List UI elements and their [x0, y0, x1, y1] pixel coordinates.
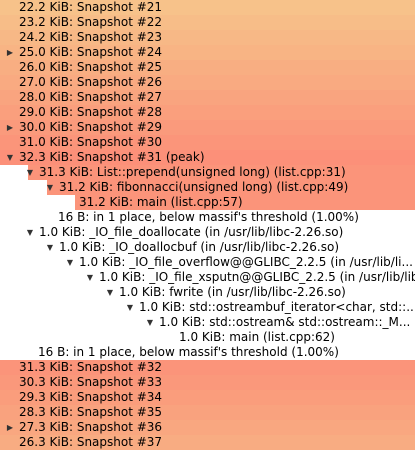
snapshot-row[interactable]: 28.3 KiB: Snapshot #35	[0, 405, 415, 420]
node-label: 1.0 KiB: _IO_file_overflow@@GLIBC_2.2.5 …	[79, 255, 413, 269]
tree-node-row[interactable]: 16 B: in 1 place, below massif's thresho…	[0, 210, 415, 225]
tree-node-row[interactable]: ▼ 31.2 KiB: fibonnacci(unsigned long) (li…	[0, 180, 415, 195]
tree-node-row[interactable]: ▼ 1.0 KiB: _IO_doallocbuf (in /usr/lib/li…	[0, 240, 415, 255]
expand-arrow-icon[interactable]: ▼	[45, 240, 55, 255]
tree-node-row[interactable]: ▼ 1.0 KiB: _IO_file_doallocate (in /usr/l…	[0, 225, 415, 240]
snapshot-tree[interactable]: 22.2 KiB: Snapshot #21 23.2 KiB: Snapshot…	[0, 0, 415, 450]
node-label: 25.0 KiB: Snapshot #24	[19, 45, 163, 59]
node-label: 1.0 KiB: fwrite (in /usr/lib/libc-2.26.s…	[119, 285, 346, 299]
snapshot-row[interactable]: 29.3 KiB: Snapshot #34	[0, 390, 415, 405]
node-label: 1.0 KiB: _IO_doallocbuf (in /usr/lib/lib…	[59, 240, 340, 254]
snapshot-row[interactable]: ▼ 32.3 KiB: Snapshot #31 (peak)	[0, 150, 415, 165]
tree-node-row[interactable]: ▼ 1.0 KiB: _IO_file_overflow@@GLIBC_2.2.5…	[0, 255, 415, 270]
node-label: 31.3 KiB: Snapshot #32	[19, 360, 163, 374]
node-label: 29.0 KiB: Snapshot #28	[19, 105, 163, 119]
snapshot-row[interactable]: 31.0 KiB: Snapshot #30	[0, 135, 415, 150]
collapsed-arrow-icon[interactable]: ▶	[5, 45, 15, 60]
node-label: 1.0 KiB: _IO_file_xsputn@@GLIBC_2.2.5 (i…	[99, 270, 415, 284]
tree-node-row[interactable]: ▼ 1.0 KiB: std::ostreambuf_iterator<char,…	[0, 300, 415, 315]
tree-node-row[interactable]: ▼ 1.0 KiB: fwrite (in /usr/lib/libc-2.26.…	[0, 285, 415, 300]
snapshot-row[interactable]: 30.3 KiB: Snapshot #33	[0, 375, 415, 390]
node-label: 27.0 KiB: Snapshot #26	[19, 75, 163, 89]
expand-arrow-icon[interactable]: ▼	[125, 300, 135, 315]
snapshot-row[interactable]: 27.0 KiB: Snapshot #26	[0, 75, 415, 90]
snapshot-row[interactable]: ▶ 27.3 KiB: Snapshot #36	[0, 420, 415, 435]
tree-node-row[interactable]: 16 B: in 1 place, below massif's thresho…	[0, 345, 415, 360]
snapshot-row[interactable]: 26.0 KiB: Snapshot #25	[0, 60, 415, 75]
tree-node-row[interactable]: 1.0 KiB: main (list.cpp:62)	[0, 330, 415, 345]
snapshot-row[interactable]: 26.3 KiB: Snapshot #37	[0, 435, 415, 450]
node-label: 26.3 KiB: Snapshot #37	[19, 435, 163, 449]
snapshot-row[interactable]: 23.2 KiB: Snapshot #22	[0, 15, 415, 30]
node-label: 22.2 KiB: Snapshot #21	[19, 0, 163, 14]
tree-node-row[interactable]: ▼ 1.0 KiB: _IO_file_xsputn@@GLIBC_2.2.5 (…	[0, 270, 415, 285]
expand-arrow-icon[interactable]: ▼	[105, 285, 115, 300]
tree-node-row[interactable]: ▼ 31.3 KiB: List::prepend(unsigned long) …	[0, 165, 415, 180]
node-label: 28.0 KiB: Snapshot #27	[19, 90, 163, 104]
node-label: 31.0 KiB: Snapshot #30	[19, 135, 163, 149]
expand-arrow-icon[interactable]: ▼	[5, 150, 15, 165]
expand-arrow-icon[interactable]: ▼	[65, 255, 75, 270]
node-label: 28.3 KiB: Snapshot #35	[19, 405, 163, 419]
expand-arrow-icon[interactable]: ▼	[145, 315, 155, 330]
expand-arrow-icon[interactable]: ▼	[85, 270, 95, 285]
expand-arrow-icon[interactable]: ▼	[25, 165, 35, 180]
node-label: 27.3 KiB: Snapshot #36	[19, 420, 163, 434]
snapshot-row[interactable]: ▶ 30.0 KiB: Snapshot #29	[0, 120, 415, 135]
node-label: 1.0 KiB: main (list.cpp:62)	[179, 330, 335, 344]
snapshot-row[interactable]: 31.3 KiB: Snapshot #32	[0, 360, 415, 375]
node-label: 29.3 KiB: Snapshot #34	[19, 390, 163, 404]
snapshot-row[interactable]: 22.2 KiB: Snapshot #21	[0, 0, 415, 15]
node-label: 1.0 KiB: std::ostreambuf_iterator<char, …	[139, 300, 415, 314]
node-label: 1.0 KiB: std::ostream& std::ostream::_M.…	[159, 315, 411, 329]
node-label: 16 B: in 1 place, below massif's thresho…	[58, 210, 359, 224]
tree-node-row[interactable]: 31.2 KiB: main (list.cpp:57)	[0, 195, 415, 210]
node-label: 31.2 KiB: main (list.cpp:57)	[79, 195, 243, 209]
node-label: 16 B: in 1 place, below massif's thresho…	[38, 345, 339, 359]
node-label: 24.2 KiB: Snapshot #23	[19, 30, 163, 44]
node-label: 26.0 KiB: Snapshot #25	[19, 60, 163, 74]
snapshot-row[interactable]: 28.0 KiB: Snapshot #27	[0, 90, 415, 105]
expand-arrow-icon[interactable]: ▼	[45, 180, 55, 195]
collapsed-arrow-icon[interactable]: ▶	[5, 420, 15, 435]
expand-arrow-icon[interactable]: ▼	[25, 225, 35, 240]
node-label: 1.0 KiB: _IO_file_doallocate (in /usr/li…	[39, 225, 344, 239]
node-label: 30.0 KiB: Snapshot #29	[19, 120, 163, 134]
snapshot-row[interactable]: ▶ 25.0 KiB: Snapshot #24	[0, 45, 415, 60]
snapshot-row[interactable]: 24.2 KiB: Snapshot #23	[0, 30, 415, 45]
node-label: 31.2 KiB: fibonnacci(unsigned long) (lis…	[59, 180, 349, 194]
snapshot-row[interactable]: 29.0 KiB: Snapshot #28	[0, 105, 415, 120]
node-label: 31.3 KiB: List::prepend(unsigned long) (…	[39, 165, 346, 179]
tree-node-row[interactable]: ▼ 1.0 KiB: std::ostream& std::ostream::_M…	[0, 315, 415, 330]
node-label: 30.3 KiB: Snapshot #33	[19, 375, 163, 389]
node-label: 32.3 KiB: Snapshot #31 (peak)	[19, 150, 205, 164]
collapsed-arrow-icon[interactable]: ▶	[5, 120, 15, 135]
node-label: 23.2 KiB: Snapshot #22	[19, 15, 163, 29]
